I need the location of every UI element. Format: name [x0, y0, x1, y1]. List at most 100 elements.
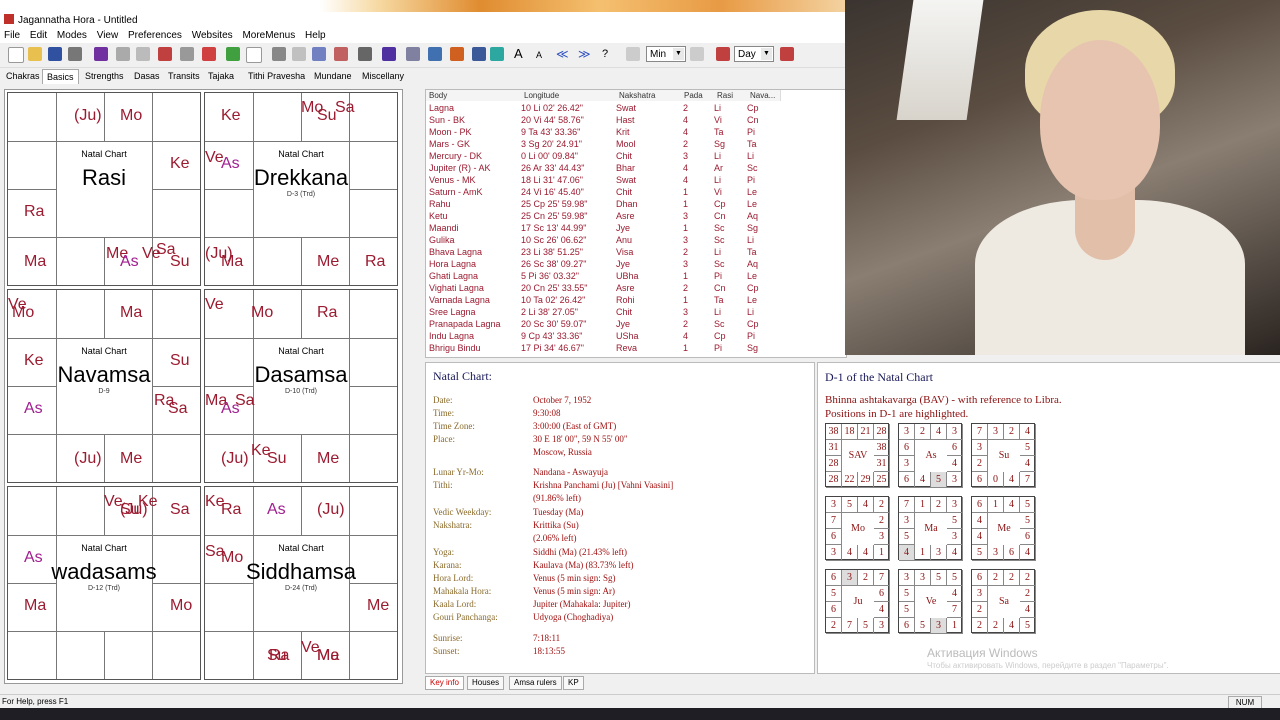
table-row[interactable]: Ketu 25 Cn 25' 59.98" Asre 3 Cn Aq — [426, 210, 786, 222]
table-row[interactable]: Hora Lagna 26 Sc 38' 09.27" Jye 3 Sc Aq — [426, 258, 786, 270]
planet-label[interactable]: Ma — [120, 304, 142, 322]
time-back-icon[interactable] — [626, 47, 640, 61]
planet-label[interactable]: Mo — [170, 597, 192, 615]
col-navamsa[interactable]: Nava... — [747, 90, 781, 101]
planet-label[interactable]: Su — [317, 107, 337, 125]
planet-label[interactable]: Ra — [221, 501, 241, 519]
planet-label[interactable]: Sa — [235, 392, 255, 410]
planet-label[interactable]: (Ju) — [74, 107, 102, 125]
chart-siddhamsa[interactable]: Natal Chart Siddhamsa D-24 (Trd) Ke Ra As (Ju)… — [204, 486, 398, 680]
planet-label[interactable]: (Ju) — [74, 450, 102, 468]
planet-label[interactable]: (Ju) — [120, 501, 148, 519]
planet-label[interactable]: Me — [317, 253, 339, 271]
settings-icon[interactable] — [406, 47, 420, 61]
col-rasi[interactable]: Rasi — [714, 90, 748, 101]
tab-tithi-pravesha[interactable]: Tithi Pravesha — [244, 69, 309, 83]
planet-label[interactable]: (Ju) — [221, 450, 249, 468]
chart-dasamsa[interactable]: Natal Chart Dasamsa D-10 (Trd) Ve Mo Ra Ma As Sa… — [204, 289, 398, 483]
tab-mundane[interactable]: Mundane — [310, 69, 356, 83]
forward-arrow-icon[interactable]: ≫ — [578, 47, 592, 61]
chart-rasi[interactable]: Natal Chart Rasi (Ju) Mo Ke Ra Ma Me As Ve Sa Su — [7, 92, 201, 286]
ashtakavarga-panel[interactable]: D-1 of the Natal Chart Bhinna ashtakavar… — [817, 362, 1280, 674]
planet-label[interactable]: (Ju) — [317, 501, 345, 519]
open-folder-icon[interactable] — [28, 47, 42, 61]
tab-miscellany[interactable]: Miscellany — [358, 69, 408, 83]
table-row[interactable]: Pranapada Lagna 20 Sc 30' 59.07" Jye 2 Sc Cp — [426, 318, 786, 330]
save-icon[interactable] — [48, 47, 62, 61]
planet-label[interactable]: Ma — [221, 253, 243, 271]
planet-positions-table[interactable]: Body Longitude Nakshatra Pada Rasi Nava.… — [425, 89, 847, 358]
tool-icon[interactable] — [158, 47, 172, 61]
planet-label[interactable]: As — [267, 501, 286, 519]
tab-dasas[interactable]: Dasas — [130, 69, 164, 83]
key-info-panel[interactable]: Natal Chart: Date: October 7, 1952 Time: 9:… — [425, 362, 815, 674]
planet-label[interactable]: As — [221, 155, 240, 173]
table-row[interactable]: Indu Lagna 9 Cp 43' 33.36" USha 4 Cp Pi — [426, 330, 786, 342]
time-unit-select[interactable]: Min ▼ — [646, 46, 686, 62]
table-row[interactable]: Ghati Lagna 5 Pi 36' 03.32" UBha 1 Pi Le — [426, 270, 786, 282]
globe-icon[interactable] — [180, 47, 194, 61]
menu-file[interactable]: File — [4, 30, 20, 41]
people-icon[interactable] — [382, 47, 396, 61]
grid-icon[interactable] — [334, 47, 348, 61]
step-unit-select[interactable]: Day ▼ — [734, 46, 774, 62]
planet-label[interactable]: Mo — [12, 304, 34, 322]
tab-key-info[interactable]: Key info — [425, 676, 464, 690]
help-icon[interactable]: ? — [602, 47, 616, 61]
col-longitude[interactable]: Longitude — [521, 90, 617, 101]
planet-label[interactable]: Ra — [365, 253, 385, 271]
col-nakshatra[interactable]: Nakshatra — [616, 90, 682, 101]
table-row[interactable]: Bhava Lagna 23 Li 38' 51.25" Visa 2 Li Ta — [426, 246, 786, 258]
layout-icon[interactable] — [358, 47, 372, 61]
chart-icon[interactable] — [94, 47, 108, 61]
calc-icon[interactable] — [312, 47, 326, 61]
planet-label[interactable]: Ma — [24, 253, 46, 271]
pin-icon[interactable] — [226, 47, 240, 61]
planet-label[interactable]: Su — [267, 647, 287, 665]
planet-label[interactable]: Ve — [205, 296, 224, 314]
planet-label[interactable]: Sa — [170, 501, 190, 519]
planet-label[interactable]: Ke — [170, 155, 190, 173]
new-file-icon[interactable] — [8, 47, 24, 63]
planet-label[interactable]: Ma — [317, 647, 339, 665]
table-row[interactable]: Venus - MK 18 Li 31' 47.06" Swat 4 Li Pi — [426, 174, 786, 186]
planet-label[interactable]: Ke — [221, 107, 241, 125]
search-icon[interactable] — [116, 47, 130, 61]
time-forward-icon[interactable] — [690, 47, 704, 61]
tab-chakras[interactable]: Chakras — [2, 69, 44, 83]
tab-amsa-rulers[interactable]: Amsa rulers — [509, 676, 562, 690]
planet-label[interactable]: Su — [170, 352, 190, 370]
col-body[interactable]: Body — [426, 90, 522, 101]
step-icon[interactable] — [716, 47, 730, 61]
table-row[interactable]: Gulika 10 Sc 26' 06.62" Anu 3 Sc Li — [426, 234, 786, 246]
step2-icon[interactable] — [780, 47, 794, 61]
chart-drekkana[interactable]: Natal Chart Drekkana D-3 (Trd) Ke Mo Su Sa Ve As… — [204, 92, 398, 286]
menu-preferences[interactable]: Preferences — [128, 30, 182, 41]
tab-basics[interactable]: Basics — [42, 69, 79, 84]
planet-label[interactable]: Ma — [24, 597, 46, 615]
menu-help[interactable]: Help — [305, 30, 326, 41]
table-row[interactable]: Sun - BK 20 Vi 44' 58.76" Hast 4 Vi Cn — [426, 114, 786, 126]
menu-moremenus[interactable]: MoreMenus — [242, 30, 295, 41]
planet-label[interactable]: Ke — [24, 352, 44, 370]
tab-tajaka[interactable]: Tajaka — [204, 69, 238, 83]
table-row[interactable]: Lagna 10 Li 02' 26.42" Swat 2 Li Cp — [426, 102, 786, 114]
table-row[interactable]: Bhrigu Bindu 17 Pi 34' 46.67" Reva 1 Pi Sg — [426, 342, 786, 354]
table-row[interactable]: Saturn - AmK 24 Vi 16' 45.40" Chit 1 Vi Le — [426, 186, 786, 198]
font-small-icon[interactable]: A — [536, 47, 550, 61]
table-row[interactable]: Moon - PK 9 Ta 43' 33.36" Krit 4 Ta Pi — [426, 126, 786, 138]
tab-kp[interactable]: KP — [563, 676, 584, 690]
planet-label[interactable]: Me — [317, 450, 339, 468]
sun-icon[interactable] — [292, 47, 306, 61]
edit-icon[interactable] — [202, 47, 216, 61]
tab-strengths[interactable]: Strengths — [81, 69, 128, 83]
font-large-icon[interactable]: A — [514, 47, 528, 61]
planet-label[interactable]: Mo — [251, 304, 273, 322]
planet-label[interactable]: Su — [267, 450, 287, 468]
table-row[interactable]: Jupiter (R) - AK 26 Ar 33' 44.43" Bhar 4 Ar S… — [426, 162, 786, 174]
planet-label[interactable]: Sa — [168, 400, 188, 418]
tree-icon[interactable] — [428, 47, 442, 61]
facebook-icon[interactable] — [472, 47, 486, 61]
back-arrow-icon[interactable]: ≪ — [556, 47, 570, 61]
table-row[interactable]: Rahu 25 Cp 25' 59.98" Dhan 1 Cp Le — [426, 198, 786, 210]
